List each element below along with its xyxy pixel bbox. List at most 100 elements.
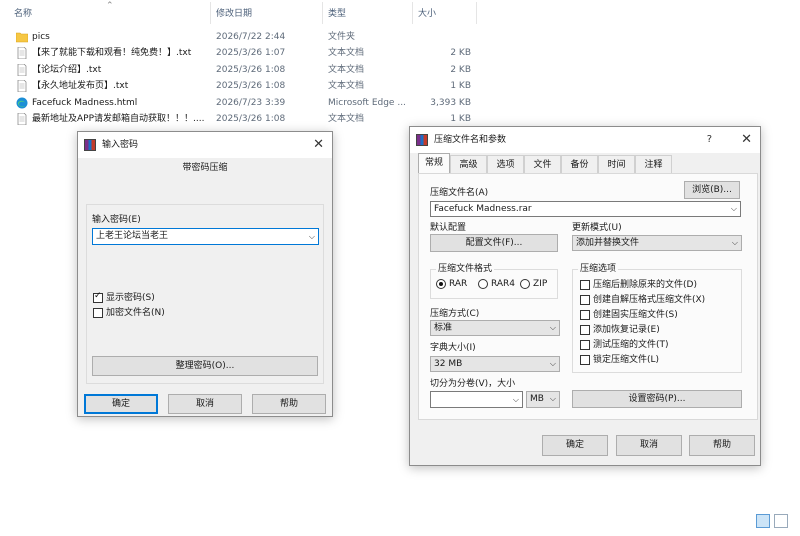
password-input[interactable]: 上老王论坛当老王 ⌵ xyxy=(92,228,319,245)
ok-button[interactable]: 确定 xyxy=(84,394,158,414)
default-profile-label: 默认配置 xyxy=(430,223,467,233)
chevron-down-icon[interactable]: ⌵ xyxy=(309,230,315,244)
method-select[interactable]: 标准 ⌵ xyxy=(430,320,560,336)
set-password-button[interactable]: 设置密码(P)... xyxy=(572,390,742,408)
file-type: 文件夹 xyxy=(328,32,356,42)
browse-button[interactable]: 浏览(B)... xyxy=(684,181,740,199)
delete-after-label[interactable]: 压缩后删除原来的文件(D) xyxy=(593,279,697,291)
dialog-title: 压缩文件名和参数 xyxy=(434,135,507,145)
format-zip-radio[interactable] xyxy=(520,279,530,289)
create-sfx-checkbox[interactable] xyxy=(580,295,590,305)
tab-files[interactable]: 文件 xyxy=(524,155,561,173)
file-row[interactable]: Facefuck Madness.html 2026/7/23 3:39 Micro… xyxy=(14,95,484,111)
tab-comment[interactable]: 注释 xyxy=(635,155,672,173)
file-row[interactable]: 【永久地址发布页】.txt 2025/3/26 1:08 文本文档 1 KB xyxy=(14,78,484,94)
help-button[interactable]: 帮助 xyxy=(252,394,326,414)
help-icon[interactable]: ? xyxy=(707,127,712,153)
file-row[interactable]: 【论坛介绍】.txt 2025/3/26 1:08 文本文档 2 KB xyxy=(14,62,484,78)
file-date: 2026/7/22 2:44 xyxy=(216,32,286,42)
tab-time[interactable]: 时间 xyxy=(598,155,635,173)
encrypt-filenames-label[interactable]: 加密文件名(N) xyxy=(106,307,165,319)
profiles-button[interactable]: 配置文件(F)... xyxy=(430,234,558,252)
chevron-down-icon[interactable]: ⌵ xyxy=(513,393,519,407)
show-password-checkbox[interactable] xyxy=(93,291,103,303)
column-divider[interactable] xyxy=(476,2,477,24)
view-toggle xyxy=(756,514,792,532)
create-solid-label[interactable]: 创建固实压缩文件(S) xyxy=(593,309,678,321)
format-rar-radio[interactable] xyxy=(436,279,446,289)
update-mode-value: 添加并替换文件 xyxy=(576,238,640,248)
column-header-type[interactable]: 类型 xyxy=(328,0,346,28)
column-header-size[interactable]: 大小 xyxy=(418,0,436,28)
dialog-heading: 带密码压缩 xyxy=(182,163,228,173)
test-archive-checkbox[interactable] xyxy=(580,340,590,350)
dialog-titlebar[interactable]: 输入密码 ✕ xyxy=(78,132,332,158)
create-sfx-label[interactable]: 创建自解压格式压缩文件(X) xyxy=(593,294,705,306)
column-divider[interactable] xyxy=(412,2,413,24)
file-type: Microsoft Edge ... xyxy=(328,97,406,108)
large-icons-view-icon[interactable] xyxy=(774,514,788,528)
password-dialog: 输入密码 ✕ 带密码压缩 输入密码(E) 上老王论坛当老王 ⌵ 显示密码(S) … xyxy=(77,131,333,417)
format-rar4-radio-label[interactable]: RAR4 xyxy=(491,278,515,290)
tab-general[interactable]: 常规 xyxy=(418,153,450,174)
winrar-icon xyxy=(416,134,428,146)
file-row[interactable]: 【来了就能下载和观看！纯免费！】.txt 2025/3/26 1:07 文本文档 2 … xyxy=(14,45,484,61)
chevron-down-icon: ⌵ xyxy=(731,238,738,247)
file-type: 文本文档 xyxy=(328,64,365,75)
lock-archive-checkbox[interactable] xyxy=(580,355,590,365)
file-name: 【永久地址发布页】.txt xyxy=(32,81,129,92)
archive-name-dialog: 压缩文件名和参数 ? ✕ 常规 高级 选项 文件 备份 时间 注释 压缩文件名(A) 浏览(… xyxy=(409,126,761,466)
text-file-icon xyxy=(16,63,28,77)
recovery-record-checkbox[interactable] xyxy=(580,325,590,335)
archive-name-input[interactable]: Facefuck Madness.rar ⌵ xyxy=(430,201,741,217)
help-button[interactable]: 帮助 xyxy=(689,435,755,456)
chevron-down-icon[interactable]: ⌵ xyxy=(731,202,737,216)
close-icon[interactable]: ✕ xyxy=(313,132,324,158)
file-size: 2 KB xyxy=(450,48,471,59)
tab-backup[interactable]: 备份 xyxy=(561,155,598,173)
dictionary-select[interactable]: 32 MB ⌵ xyxy=(430,356,560,372)
organize-passwords-button[interactable]: 整理密码(O)... xyxy=(92,356,318,376)
file-row[interactable]: 最新地址及APP请发邮箱自动获取！！！.... 2025/3/26 1:08 文本文… xyxy=(14,111,484,127)
folder-icon xyxy=(15,31,29,43)
column-header-date[interactable]: 修改日期 xyxy=(216,0,252,28)
update-mode-select[interactable]: 添加并替换文件 ⌵ xyxy=(572,235,742,251)
format-zip-radio-label[interactable]: ZIP xyxy=(533,278,547,290)
file-date: 2025/3/26 1:07 xyxy=(216,48,286,59)
recovery-record-label[interactable]: 添加恢复记录(E) xyxy=(593,324,660,336)
lock-archive-label[interactable]: 锁定压缩文件(L) xyxy=(593,354,659,366)
update-mode-label: 更新模式(U) xyxy=(572,223,622,233)
dialog-titlebar[interactable]: 压缩文件名和参数 ? ✕ xyxy=(410,127,760,153)
file-date: 2025/3/26 1:08 xyxy=(216,64,286,75)
create-solid-checkbox[interactable] xyxy=(580,310,590,320)
split-size-input[interactable]: ⌵ xyxy=(430,391,523,408)
details-view-icon[interactable] xyxy=(756,514,770,528)
file-size: 2 KB xyxy=(450,64,471,75)
split-volumes-label: 切分为分卷(V)，大小 xyxy=(430,379,516,389)
column-header-name[interactable]: 名称 xyxy=(14,0,32,28)
test-archive-label[interactable]: 测试压缩的文件(T) xyxy=(593,339,669,351)
tab-options[interactable]: 选项 xyxy=(487,155,524,173)
file-size: 1 KB xyxy=(450,114,471,124)
cancel-button[interactable]: 取消 xyxy=(616,435,682,456)
dialog-title: 输入密码 xyxy=(102,140,139,150)
text-file-icon xyxy=(16,47,28,60)
cancel-button[interactable]: 取消 xyxy=(168,394,242,414)
close-icon[interactable]: ✕ xyxy=(741,127,752,153)
text-file-icon xyxy=(16,112,28,126)
archive-options-label: 压缩选项 xyxy=(578,263,619,275)
split-unit-select[interactable]: MB ⌵ xyxy=(526,391,560,408)
ok-button[interactable]: 确定 xyxy=(542,435,608,456)
format-rar-radio-label[interactable]: RAR xyxy=(449,278,467,290)
tab-advanced[interactable]: 高级 xyxy=(450,155,487,173)
password-label: 输入密码(E) xyxy=(92,215,141,225)
file-type: 文本文档 xyxy=(328,81,365,92)
column-divider[interactable] xyxy=(210,2,211,24)
column-divider[interactable] xyxy=(322,2,323,24)
format-rar4-radio[interactable] xyxy=(478,279,488,289)
show-password-label[interactable]: 显示密码(S) xyxy=(106,292,155,304)
encrypt-filenames-checkbox[interactable] xyxy=(93,308,103,318)
file-row[interactable]: pics 2026/7/22 2:44 文件夹 xyxy=(14,29,484,45)
delete-after-checkbox[interactable] xyxy=(580,280,590,290)
chevron-down-icon: ⌵ xyxy=(549,394,556,403)
